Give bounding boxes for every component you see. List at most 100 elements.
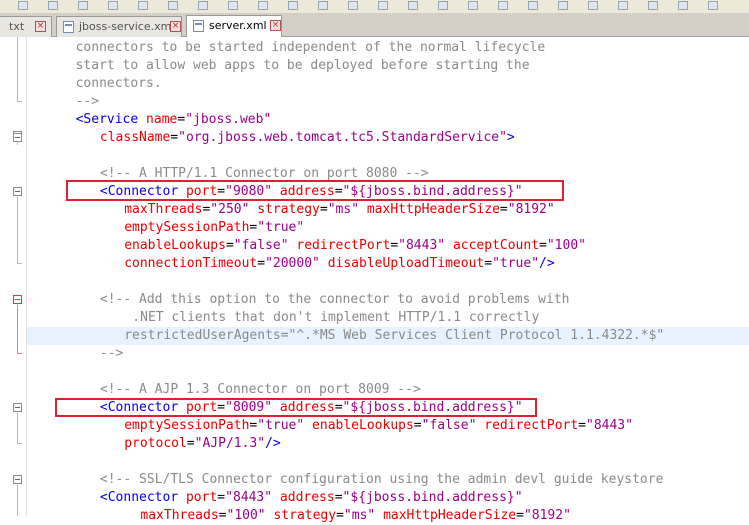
code-token-comment: <!-- A AJP 1.3 Connector on port 8009 --… [99, 382, 421, 397]
code-token-text: = [257, 256, 266, 271]
code-token-comment: .NET clients that don't implement HTTP/1… [132, 310, 540, 325]
code-token-attr: acceptCount [452, 238, 540, 253]
fold-guide [17, 143, 18, 145]
code-token-attr: redirectPort [484, 418, 579, 433]
code-token-attr: connectionTimeout [124, 256, 258, 271]
code-token-comment: restrictedUserAgents="^.*MS Web Services… [124, 328, 665, 343]
cut-icon[interactable] [198, 1, 208, 10]
code-token-val: "false" [421, 418, 477, 433]
record-icon[interactable] [648, 1, 658, 10]
code-token-text: = [390, 238, 399, 253]
code-line: start to allow web apps to be deployed b… [76, 57, 530, 75]
code-token-attr: maxHttpHeaderSize [366, 202, 500, 217]
code-line: <!-- SSL/TLS Connector configuration usi… [100, 471, 664, 489]
fold-end [17, 101, 22, 102]
code-token-attr: enableLookups [124, 238, 226, 253]
code-token-comment: connectors. [75, 76, 162, 91]
run-icon[interactable] [618, 1, 628, 10]
tab-server[interactable]: server.xml × [186, 15, 282, 37]
play-icon[interactable] [678, 1, 688, 10]
code-line: maxThreads="100" strategy="ms" maxHttpHe… [140, 507, 571, 525]
indent-icon[interactable] [528, 1, 538, 10]
redo-icon[interactable] [318, 1, 328, 10]
code-token-comment: --> [99, 346, 124, 361]
code-token-text: = [217, 490, 226, 505]
fold-toggle-icon[interactable] [13, 133, 22, 142]
save-icon[interactable] [78, 1, 88, 10]
connector-9080-highlight [66, 180, 564, 201]
fold-end [17, 263, 22, 264]
close-icon[interactable]: × [270, 20, 281, 31]
paste-icon[interactable] [258, 1, 268, 10]
tab-label: server.xml [209, 19, 267, 32]
code-token-text: = [177, 112, 186, 127]
code-editor[interactable]: connectors to be started independent of … [0, 37, 749, 523]
fold-toggle-icon[interactable] [13, 187, 22, 196]
sync-icon[interactable] [468, 1, 478, 10]
open-icon[interactable] [48, 1, 58, 10]
undo-icon[interactable] [288, 1, 298, 10]
code-token-comment: <!-- SSL/TLS Connector configuration usi… [99, 472, 664, 487]
zoom-out-icon[interactable] [438, 1, 448, 10]
code-token-comment: <!-- Add this option to the connector to… [99, 292, 570, 307]
code-token-attr: maxThreads [124, 202, 203, 217]
code-token-val: "8443" [398, 238, 446, 253]
close-icon[interactable]: × [170, 21, 181, 32]
code-token-val: "false" [233, 238, 289, 253]
tab-txt[interactable]: txt × [0, 16, 52, 37]
code-line: .NET clients that don't implement HTTP/1… [132, 309, 539, 327]
close-icon[interactable] [138, 1, 148, 10]
code-line: <Service name="jboss.web" [76, 111, 272, 129]
fold-guide [17, 197, 18, 263]
code-token-attr: redirectPort [296, 238, 391, 253]
code-line: enableLookups="false" redirectPort="8443… [124, 237, 586, 255]
new-icon[interactable] [18, 1, 28, 10]
bookmark-icon[interactable] [558, 1, 568, 10]
toolbar [0, 0, 749, 13]
zoom-in-icon[interactable] [408, 1, 418, 10]
code-token-val: "true" [257, 220, 305, 235]
connector-8009-highlight [55, 398, 537, 417]
replace-icon[interactable] [378, 1, 388, 10]
code-token-val: "20000" [265, 256, 320, 271]
code-line: connectors. [76, 75, 162, 93]
fold-toggle-icon[interactable] [13, 403, 22, 412]
fold-toggle-icon[interactable] [13, 475, 22, 484]
fold-guide [17, 485, 18, 516]
tab-jboss-service[interactable]: jboss-service.xml × [56, 16, 182, 37]
code-token-val: "org.jboss.web.tomcat.tc5.StandardServic… [178, 130, 507, 145]
code-token-attr: disableUploadTimeout [327, 256, 485, 271]
code-token-val: "250" [210, 202, 250, 217]
code-token-val: "100" [546, 238, 586, 253]
save-all-icon[interactable] [108, 1, 118, 10]
code-token-tag: /> [265, 436, 281, 451]
code-token-text: = [499, 202, 508, 217]
code-line: connectionTimeout="20000" disableUploadT… [124, 255, 555, 273]
fold-toggle-icon[interactable] [13, 295, 22, 304]
copy-icon[interactable] [228, 1, 238, 10]
code-line: --> [100, 345, 123, 363]
print-icon[interactable] [168, 1, 178, 10]
code-token-attr: className [99, 130, 171, 145]
macro-icon[interactable] [588, 1, 598, 10]
code-token-comment: connectors to be started independent of … [75, 40, 546, 55]
fold-gutter [0, 37, 27, 516]
wrap-icon[interactable] [498, 1, 508, 10]
code-token-comment: <!-- A HTTP/1.1 Connector on port 8080 -… [99, 166, 429, 181]
code-token-tag: <Connector [99, 490, 186, 505]
code-token-val: "${jboss.bind.address}" [342, 490, 523, 505]
fold-guide [17, 305, 18, 353]
settings-icon[interactable] [708, 1, 718, 10]
fold-guide [17, 413, 18, 443]
close-icon[interactable]: × [35, 21, 46, 32]
code-line: protocol="AJP/1.3"/> [124, 435, 281, 453]
code-line: emptySessionPath="true" enableLookups="f… [124, 417, 633, 435]
code-token-text: = [186, 436, 195, 451]
code-token-val: "true" [492, 256, 540, 271]
code-token-attr: protocol [124, 436, 187, 451]
code-token-attr: strategy [257, 202, 320, 217]
code-token-text: = [225, 238, 234, 253]
find-icon[interactable] [348, 1, 358, 10]
